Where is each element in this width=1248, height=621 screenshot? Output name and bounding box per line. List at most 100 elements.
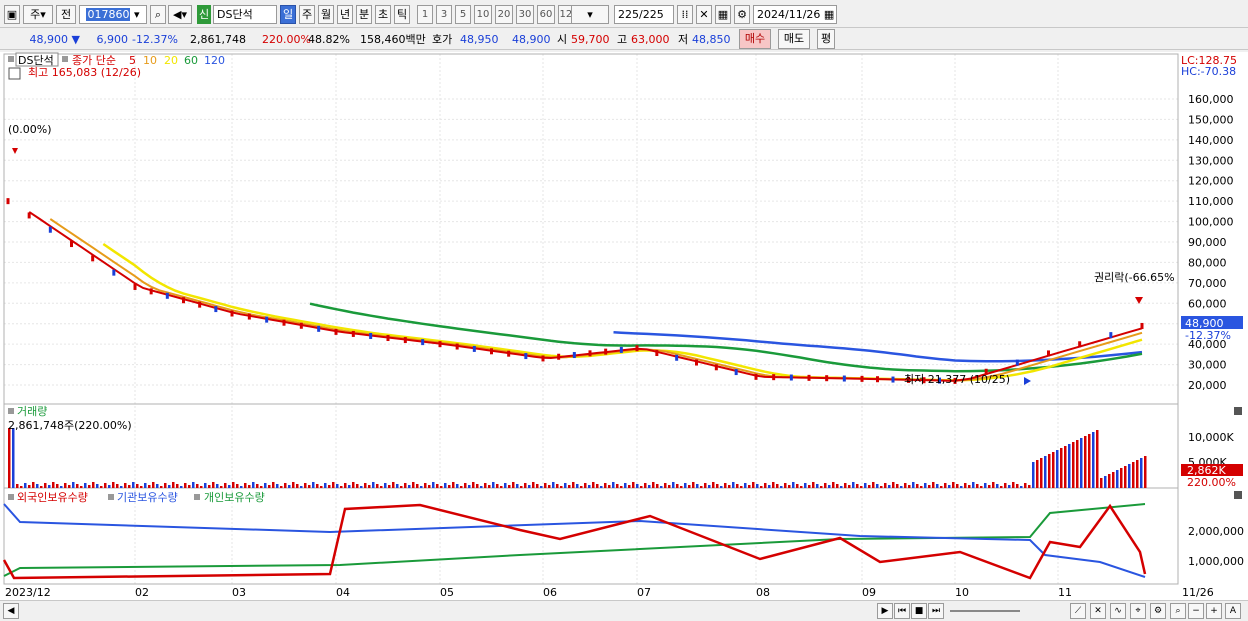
price-tick: 80,000 (1188, 256, 1227, 269)
price-value: 48,900 ▼ (29, 33, 80, 46)
date-field[interactable]: 2024/11/26 ▦ (753, 5, 837, 24)
period-button-6[interactable]: 틱 (394, 5, 410, 24)
buy-button[interactable]: 매수 (739, 29, 771, 49)
volume-bar (320, 486, 323, 488)
x-axis-label: 02 (135, 586, 149, 599)
candle (1047, 350, 1050, 357)
x-axis-label: 11/26 (1182, 586, 1214, 599)
stock-name-field[interactable]: DS단석 (213, 5, 277, 24)
interval-button-10[interactable]: 10 (474, 5, 492, 24)
interval-button-5[interactable]: 5 (455, 5, 471, 24)
volume-close-icon[interactable] (1234, 407, 1242, 415)
volume-bar (204, 483, 207, 488)
period-select[interactable]: 주▾ (23, 5, 53, 24)
zoom-out-icon[interactable]: − (1188, 603, 1204, 619)
volume-pct: 220.00% (262, 33, 311, 46)
period-button-3[interactable]: 년 (337, 5, 353, 24)
volume-bar (444, 483, 447, 488)
gear-icon[interactable]: ⚙ (734, 5, 750, 24)
period-button-4[interactable]: 분 (356, 5, 372, 24)
candle (789, 374, 793, 381)
chart-svg[interactable]: DS단석 종가 단순 5 10 20 60 120 최고 165,083 (12… (0, 52, 1248, 600)
volume-bar (828, 485, 831, 488)
volume-bar (556, 484, 559, 488)
draw-cross-icon[interactable]: ✕ (1090, 603, 1106, 619)
price-tick: 100,000 (1188, 216, 1234, 229)
volume-bar (812, 482, 815, 488)
stock-code-input[interactable]: 017860 ▾ (79, 5, 147, 24)
stop-icon[interactable]: ■ (911, 603, 927, 619)
period-button-1[interactable]: 주 (299, 5, 315, 24)
volume-bar (892, 482, 895, 488)
sell-button[interactable]: 매도 (778, 29, 810, 49)
interval-button-30[interactable]: 30 (516, 5, 534, 24)
volume-bar (1056, 450, 1059, 488)
zoom-slider[interactable] (950, 610, 1020, 612)
volume-bar (1064, 446, 1067, 488)
volume-bar (288, 485, 291, 488)
ma-legend-icon (62, 56, 68, 62)
volume-bar (968, 485, 971, 488)
candle (299, 322, 303, 329)
volume-bar (24, 483, 27, 488)
draw-line-icon[interactable]: ⟋ (1070, 603, 1086, 619)
holding-close-icon[interactable] (1234, 491, 1242, 499)
first-page-icon[interactable]: ⏮ (894, 603, 910, 619)
last-page-icon[interactable]: ⏭ (928, 603, 944, 619)
chart-area[interactable]: DS단석 종가 단순 5 10 20 60 120 최고 165,083 (12… (0, 52, 1248, 600)
volume-bar (1052, 452, 1055, 488)
volume-bar (1024, 483, 1027, 488)
crosshair-icon[interactable]: ✕ (696, 5, 712, 24)
volume-bar (952, 482, 955, 488)
volume-bar (752, 482, 755, 488)
dots-icon[interactable]: ⁞⁞ (677, 5, 693, 24)
volume-bar (116, 484, 119, 488)
count-field[interactable]: 225/225 (614, 5, 674, 24)
ask-price: 48,950 (460, 33, 499, 46)
period-button-2[interactable]: 월 (318, 5, 334, 24)
zoom-in-icon[interactable]: + (1206, 603, 1222, 619)
draw-wave-icon[interactable]: ∿ (1110, 603, 1126, 619)
auto-scale-icon[interactable]: A (1225, 603, 1241, 619)
volume-bar (304, 483, 307, 488)
interval-button-60[interactable]: 60 (537, 5, 555, 24)
volume-bar (628, 485, 631, 488)
settings-icon[interactable]: ⚙ (1150, 603, 1166, 619)
volume-bar (816, 484, 819, 488)
avg-button[interactable]: 평 (817, 29, 835, 49)
volume-bar (384, 483, 387, 488)
panel-icon[interactable] (8, 56, 14, 62)
interval-button-3[interactable]: 3 (436, 5, 452, 24)
volume-bar (344, 483, 347, 488)
x-axis-label: 11 (1058, 586, 1072, 599)
bottom-scrollbar[interactable]: ◀ ▶ ⏮ ■ ⏭ ⟋ ✕ ∿ ⌖ ⚙ ⌕ − + A (0, 600, 1248, 621)
interval-dropdown[interactable]: ▾ (571, 5, 609, 24)
candle (1140, 322, 1144, 329)
calendar-icon[interactable] (8, 67, 21, 80)
candle (214, 306, 218, 313)
window-icon[interactable]: ▣ (4, 5, 20, 24)
candle (48, 226, 52, 233)
scroll-left-icon[interactable]: ◀ (3, 603, 19, 619)
magnify-icon[interactable]: ⌕ (1170, 603, 1186, 619)
institution-holding-label: 기관보유수량 (117, 491, 178, 504)
volume-bar (652, 482, 655, 488)
volume-bar (72, 482, 75, 488)
candle (1109, 332, 1113, 339)
volume-bar (624, 483, 627, 488)
x-axis-label: 2023/12 (5, 586, 51, 599)
volume-bar (640, 486, 643, 488)
search-icon[interactable]: ⌕ (150, 5, 166, 24)
volume-bar (876, 484, 879, 488)
scroll-right-icon[interactable]: ▶ (877, 603, 893, 619)
volume-bar (728, 485, 731, 488)
draw-tool-icon[interactable]: ⌖ (1130, 603, 1146, 619)
period-button-0[interactable]: 일 (280, 5, 296, 24)
interval-button-1[interactable]: 1 (417, 5, 433, 24)
prev-button[interactable]: 전 (56, 5, 76, 24)
interval-button-20[interactable]: 20 (495, 5, 513, 24)
volume-bar (820, 486, 823, 488)
period-button-5[interactable]: 초 (375, 5, 391, 24)
speaker-icon[interactable]: ◀▾ (168, 5, 192, 24)
save-icon[interactable]: ▦ (715, 5, 731, 24)
